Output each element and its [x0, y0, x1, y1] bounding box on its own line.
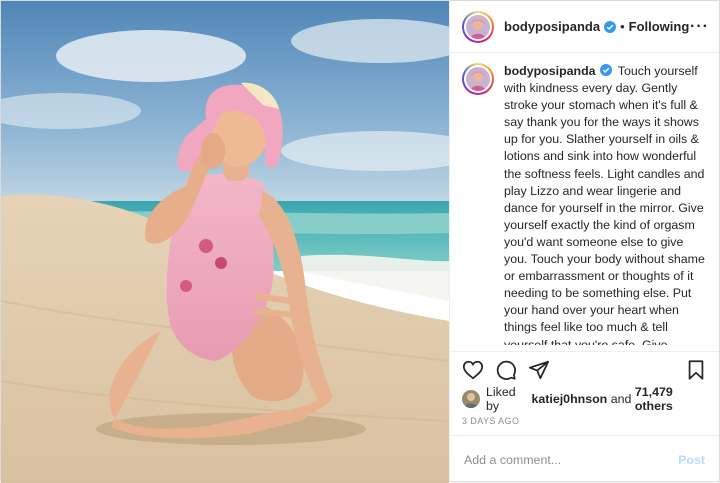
- bookmark-icon[interactable]: [685, 359, 707, 381]
- post-header: bodyposipanda • Following ···: [450, 1, 719, 53]
- likes-middle: and: [610, 392, 632, 406]
- caption-text-block: bodyposipanda Touch yourself with kindne…: [504, 63, 707, 345]
- liker-avatar[interactable]: [462, 390, 480, 408]
- caption-username[interactable]: bodyposipanda: [504, 64, 596, 78]
- verified-badge-icon: [604, 20, 617, 33]
- caption-area: bodyposipanda Touch yourself with kindne…: [450, 53, 719, 345]
- post-photo[interactable]: [1, 1, 449, 483]
- action-bar: [450, 351, 719, 387]
- header-separator: •: [620, 19, 625, 34]
- caption-avatar[interactable]: [462, 63, 494, 95]
- comment-icon[interactable]: [495, 359, 517, 381]
- author-username[interactable]: bodyposipanda: [504, 19, 600, 34]
- post-side-panel: bodyposipanda • Following ··· bodyposipa…: [449, 1, 719, 483]
- more-options-icon[interactable]: ···: [690, 18, 709, 34]
- comment-box: Post: [450, 435, 719, 483]
- author-avatar[interactable]: [462, 10, 494, 43]
- share-icon[interactable]: [528, 359, 550, 381]
- following-button[interactable]: Following: [629, 19, 690, 34]
- post-timestamp[interactable]: 3 DAYS AGO: [450, 411, 719, 435]
- beach-photo: [1, 1, 449, 483]
- instagram-post: bodyposipanda • Following ··· bodyposipa…: [0, 0, 720, 483]
- likes-count[interactable]: 71,479 others: [635, 385, 707, 413]
- verified-badge-icon: [599, 64, 612, 76]
- post-comment-button[interactable]: Post: [678, 453, 705, 467]
- liker-username[interactable]: katiej0hnson: [532, 392, 608, 406]
- comment-input[interactable]: [464, 452, 679, 467]
- likes-summary: Liked by katiej0hnson and 71,479 others: [450, 385, 719, 413]
- likes-prefix: Liked by: [486, 385, 516, 413]
- heart-icon[interactable]: [462, 359, 484, 381]
- caption-text: Touch yourself with kindness every day. …: [504, 64, 705, 345]
